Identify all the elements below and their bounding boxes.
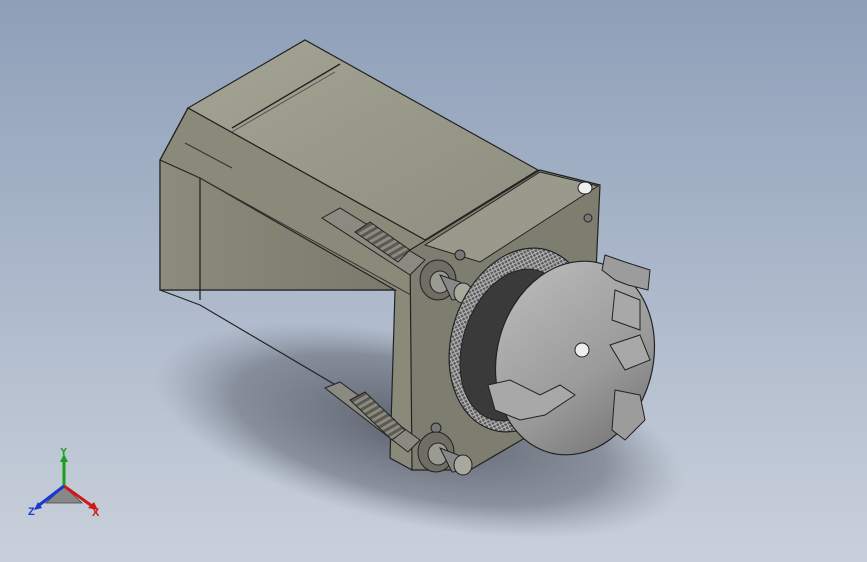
- chuck-center-bore: [574, 342, 590, 358]
- axis-triad[interactable]: Y X Z: [24, 448, 104, 522]
- 3d-model[interactable]: [0, 0, 867, 562]
- graphics-viewport[interactable]: Y X Z: [0, 0, 867, 562]
- x-axis-label: X: [92, 507, 100, 519]
- y-axis-label: Y: [60, 448, 68, 458]
- z-axis-label: Z: [28, 506, 35, 518]
- flange-hole-top: [577, 181, 593, 195]
